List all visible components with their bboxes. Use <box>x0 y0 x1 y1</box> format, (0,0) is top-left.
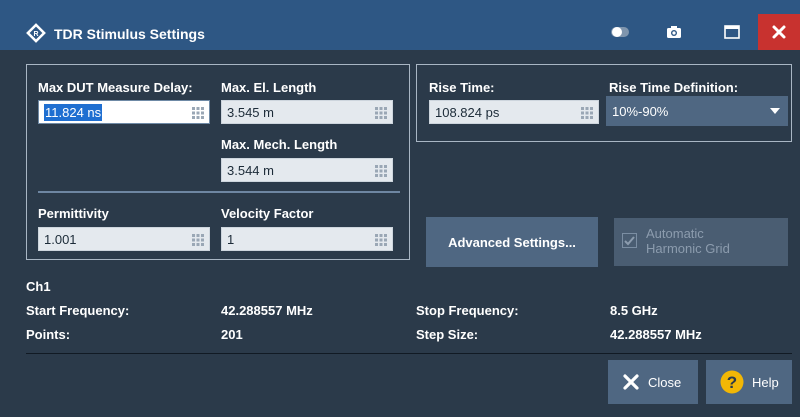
advanced-settings-button[interactable]: Advanced Settings... <box>426 217 598 267</box>
help-button[interactable]: ? Help <box>706 360 792 404</box>
max-mech-length-label: Max. Mech. Length <box>221 137 338 152</box>
max-el-length-label: Max. El. Length <box>221 80 317 95</box>
points-value: 201 <box>221 327 243 342</box>
velocity-factor-label: Velocity Factor <box>221 206 314 221</box>
max-dut-delay-value: 11.824 ns <box>44 104 103 121</box>
keypad-icon <box>192 234 204 246</box>
keypad-icon <box>581 107 593 119</box>
help-button-label: Help <box>752 374 779 390</box>
toggle-icon <box>611 27 629 37</box>
max-dut-delay-label: Max DUT Measure Delay: <box>38 80 193 95</box>
svg-text:?: ? <box>727 373 737 392</box>
points-label: Points: <box>26 327 71 342</box>
rise-time-definition-label: Rise Time Definition: <box>609 80 739 95</box>
advanced-settings-label: Advanced Settings... <box>448 234 576 250</box>
window-close-button[interactable] <box>758 14 800 50</box>
window-title: TDR Stimulus Settings <box>54 26 205 42</box>
close-icon <box>772 25 786 39</box>
rise-time-value: 108.824 ps <box>435 105 500 120</box>
permittivity-input[interactable]: 1.001 <box>38 227 210 251</box>
camera-icon <box>667 26 681 38</box>
x-icon <box>623 374 639 390</box>
question-icon: ? <box>720 370 744 394</box>
max-dut-delay-input[interactable]: 11.824 ns <box>38 100 210 124</box>
checkbox-box <box>622 233 637 248</box>
max-el-length-value: 3.545 m <box>227 105 274 120</box>
toggle-button[interactable] <box>600 14 640 50</box>
automatic-harmonic-grid-checkbox[interactable]: Automatic Harmonic Grid <box>614 218 788 266</box>
title-bar: R TDR Stimulus Settings <box>0 0 800 50</box>
rohde-schwarz-logo-icon: R <box>26 23 46 43</box>
maximize-button[interactable] <box>712 14 752 50</box>
chevron-down-icon <box>770 108 780 114</box>
step-size-value: 42.288557 MHz <box>610 327 702 342</box>
automatic-harmonic-grid-line2: Harmonic Grid <box>646 241 730 256</box>
start-frequency-label: Start Frequency: <box>26 303 130 318</box>
permittivity-value: 1.001 <box>44 232 77 247</box>
keypad-icon <box>192 107 204 119</box>
automatic-harmonic-grid-label: Automatic Harmonic Grid <box>646 226 730 256</box>
max-el-length-input[interactable]: 3.545 m <box>221 100 393 124</box>
automatic-harmonic-grid-line1: Automatic <box>646 226 704 241</box>
close-button[interactable]: Close <box>608 360 698 404</box>
channel-label: Ch1 <box>26 279 51 294</box>
keypad-icon <box>375 234 387 246</box>
permittivity-label: Permittivity <box>38 206 109 221</box>
close-button-label: Close <box>648 374 682 390</box>
rise-time-definition-select[interactable]: 10%-90% <box>606 96 788 126</box>
checkmark-icon <box>624 236 635 246</box>
step-size-label: Step Size: <box>416 327 479 342</box>
keypad-icon <box>375 107 387 119</box>
velocity-factor-value: 1 <box>227 232 235 247</box>
rise-time-input[interactable]: 108.824 ps <box>429 100 599 124</box>
rise-time-label: Rise Time: <box>429 80 495 95</box>
maximize-icon <box>724 25 740 39</box>
velocity-factor-input[interactable]: 1 <box>221 227 393 251</box>
stop-frequency-label: Stop Frequency: <box>416 303 519 318</box>
panel-divider <box>38 191 400 193</box>
start-frequency-value: 42.288557 MHz <box>221 303 313 318</box>
svg-text:R: R <box>33 31 38 38</box>
rise-time-definition-value: 10%-90% <box>612 104 669 119</box>
screenshot-button[interactable] <box>654 14 694 50</box>
stop-frequency-value: 8.5 GHz <box>610 303 658 318</box>
max-mech-length-input[interactable]: 3.544 m <box>221 158 393 182</box>
keypad-icon <box>375 165 387 177</box>
footer-divider <box>26 353 792 354</box>
max-mech-length-value: 3.544 m <box>227 163 274 178</box>
